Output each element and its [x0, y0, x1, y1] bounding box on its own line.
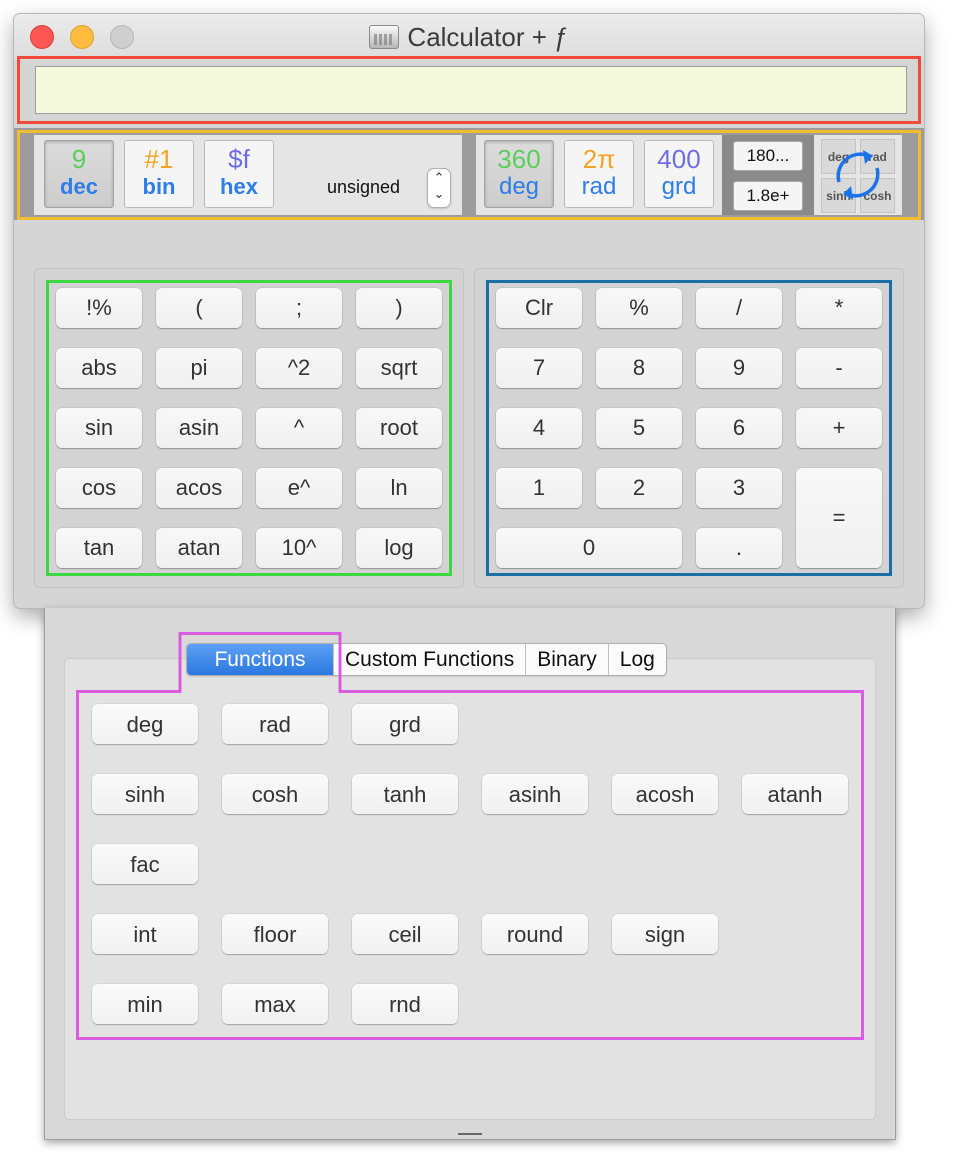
drawer-tab-bar: Functions Custom Functions Binary Log: [186, 643, 667, 676]
function-key[interactable]: floor: [222, 914, 328, 954]
sci-key[interactable]: asin: [156, 408, 242, 448]
function-key[interactable]: grd: [352, 704, 458, 744]
tab-functions-label: Functions: [214, 648, 306, 671]
function-key[interactable]: rnd: [352, 984, 458, 1024]
title-bar[interactable]: Calculator + ƒ: [14, 14, 924, 60]
base-dec-label: dec: [60, 174, 98, 199]
base-bin-button[interactable]: #1 bin: [124, 140, 194, 208]
tab-binary[interactable]: Binary: [526, 644, 609, 675]
sci-key[interactable]: e^: [256, 468, 342, 508]
num-key[interactable]: *: [796, 288, 882, 328]
angle-rad-label: rad: [581, 173, 617, 200]
sci-key[interactable]: cos: [56, 468, 142, 508]
angle-deg-button[interactable]: 360 deg: [484, 140, 554, 208]
tab-custom-functions-label: Custom Functions: [345, 648, 515, 671]
num-key[interactable]: 1: [496, 468, 582, 508]
sci-key[interactable]: acos: [156, 468, 242, 508]
angle-deg-label: deg: [498, 173, 540, 200]
num-key[interactable]: 8: [596, 348, 682, 388]
num-key[interactable]: 3: [696, 468, 782, 508]
function-key[interactable]: rad: [222, 704, 328, 744]
sci-key[interactable]: sin: [56, 408, 142, 448]
base-hex-label: hex: [220, 174, 258, 199]
function-key[interactable]: deg: [92, 704, 198, 744]
num-key[interactable]: -: [796, 348, 882, 388]
angle-rad-button[interactable]: 2π rad: [564, 140, 634, 208]
num-key[interactable]: %: [596, 288, 682, 328]
display-input[interactable]: [35, 66, 907, 114]
sci-key[interactable]: root: [356, 408, 442, 448]
num-key[interactable]: 7: [496, 348, 582, 388]
num-key[interactable]: Clr: [496, 288, 582, 328]
tab-functions[interactable]: Functions: [187, 644, 334, 675]
conv-rad-cell[interactable]: rad: [860, 139, 895, 174]
function-key[interactable]: atanh: [742, 774, 848, 814]
sci-key[interactable]: 10^: [256, 528, 342, 568]
sign-mode-label: unsigned: [327, 177, 401, 197]
function-key[interactable]: round: [482, 914, 588, 954]
tab-log[interactable]: Log: [609, 644, 666, 675]
function-key[interactable]: sign: [612, 914, 718, 954]
window-title: Calculator + ƒ: [14, 22, 924, 53]
base-dec-sample: 9: [71, 144, 87, 174]
tab-log-label: Log: [619, 648, 655, 671]
base-hex-button[interactable]: $f hex: [204, 140, 274, 208]
num-key[interactable]: 6: [696, 408, 782, 448]
num-key[interactable]: +: [796, 408, 882, 448]
chevron-down-icon: ⌄: [433, 186, 445, 201]
conv-deg-cell[interactable]: deg: [821, 139, 856, 174]
sci-key[interactable]: log: [356, 528, 442, 568]
sci-key[interactable]: ^2: [256, 348, 342, 388]
num-key[interactable]: /: [696, 288, 782, 328]
function-key[interactable]: fac: [92, 844, 198, 884]
base-dec-button[interactable]: 9 dec: [44, 140, 114, 208]
sci-key[interactable]: tan: [56, 528, 142, 568]
num-key[interactable]: 4: [496, 408, 582, 448]
sci-key[interactable]: atan: [156, 528, 242, 568]
sci-key[interactable]: ): [356, 288, 442, 328]
num-key[interactable]: 2: [596, 468, 682, 508]
angle-rad-sample: 2π: [582, 144, 616, 174]
function-key[interactable]: sinh: [92, 774, 198, 814]
tab-custom-functions[interactable]: Custom Functions: [334, 644, 527, 675]
num-key-decimal[interactable]: .: [696, 528, 782, 568]
angle-grd-label: grd: [661, 173, 697, 200]
calculator-app-icon: [369, 25, 400, 49]
function-key[interactable]: cosh: [222, 774, 328, 814]
fixed-format-button[interactable]: 180...: [733, 141, 803, 171]
function-key[interactable]: max: [222, 984, 328, 1024]
window-title-text: Calculator + ƒ: [407, 22, 569, 52]
conv-sinh-cell[interactable]: sinh: [821, 178, 856, 213]
function-key[interactable]: ceil: [352, 914, 458, 954]
base-hex-sample: $f: [228, 144, 250, 174]
sci-key[interactable]: abs: [56, 348, 142, 388]
sci-key[interactable]: ^: [256, 408, 342, 448]
angle-grd-sample: 400: [657, 144, 701, 174]
sign-mode-stepper[interactable]: ⌃ ⌄: [427, 168, 451, 208]
conv-cosh-cell[interactable]: cosh: [860, 178, 895, 213]
sci-key[interactable]: sqrt: [356, 348, 442, 388]
drawer-resize-handle[interactable]: [458, 1133, 482, 1135]
base-bin-sample: #1: [144, 144, 174, 174]
sci-key[interactable]: !%: [56, 288, 142, 328]
sci-key[interactable]: ln: [356, 468, 442, 508]
function-key[interactable]: min: [92, 984, 198, 1024]
function-key[interactable]: int: [92, 914, 198, 954]
base-bin-label: bin: [142, 174, 176, 199]
scientific-format-button[interactable]: 1.8e+: [733, 181, 803, 211]
sci-key[interactable]: pi: [156, 348, 242, 388]
function-key[interactable]: tanh: [352, 774, 458, 814]
num-key-zero[interactable]: 0: [496, 528, 682, 568]
equals-key[interactable]: =: [796, 468, 882, 568]
function-key[interactable]: acosh: [612, 774, 718, 814]
num-key[interactable]: 9: [696, 348, 782, 388]
sci-key[interactable]: (: [156, 288, 242, 328]
angle-grd-button[interactable]: 400 grd: [644, 140, 714, 208]
sci-key[interactable]: ;: [256, 288, 342, 328]
tab-binary-label: Binary: [537, 648, 597, 671]
function-key[interactable]: asinh: [482, 774, 588, 814]
angle-deg-sample: 360: [497, 144, 541, 174]
num-key[interactable]: 5: [596, 408, 682, 448]
